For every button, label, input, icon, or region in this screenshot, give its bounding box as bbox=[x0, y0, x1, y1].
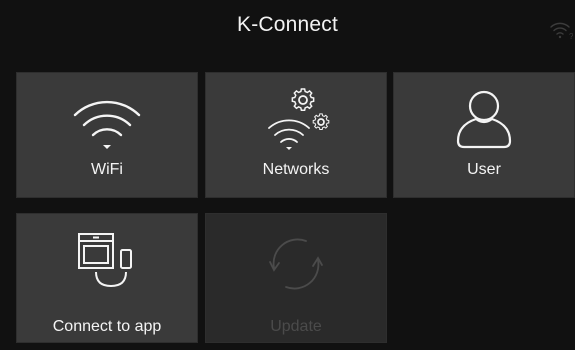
tile-update: Update bbox=[205, 213, 387, 343]
wifi-icon bbox=[67, 83, 147, 158]
svg-text:?: ? bbox=[569, 32, 573, 40]
tile-user-label: User bbox=[467, 161, 501, 178]
tile-update-label: Update bbox=[270, 318, 322, 335]
oven-phone-link-icon bbox=[65, 226, 149, 303]
tile-connect-to-app-label: Connect to app bbox=[52, 318, 162, 335]
tile-networks[interactable]: Networks bbox=[205, 72, 387, 198]
tile-connect-to-app[interactable]: Connect to app bbox=[16, 213, 198, 343]
tile-wifi-label: WiFi bbox=[91, 161, 123, 178]
wifi-settings-icon bbox=[251, 83, 341, 160]
user-icon bbox=[449, 83, 519, 160]
tile-user[interactable]: User bbox=[393, 72, 575, 198]
page-title: K-Connect bbox=[236, 13, 339, 36]
wifi-status-icon: ? bbox=[549, 20, 574, 41]
tile-networks-label: Networks bbox=[262, 161, 330, 178]
tile-wifi[interactable]: WiFi bbox=[16, 72, 198, 198]
header-bar: K-Connect ? bbox=[0, 0, 575, 58]
k-connect-screen: K-Connect ? bbox=[0, 0, 575, 350]
refresh-icon bbox=[260, 228, 332, 305]
